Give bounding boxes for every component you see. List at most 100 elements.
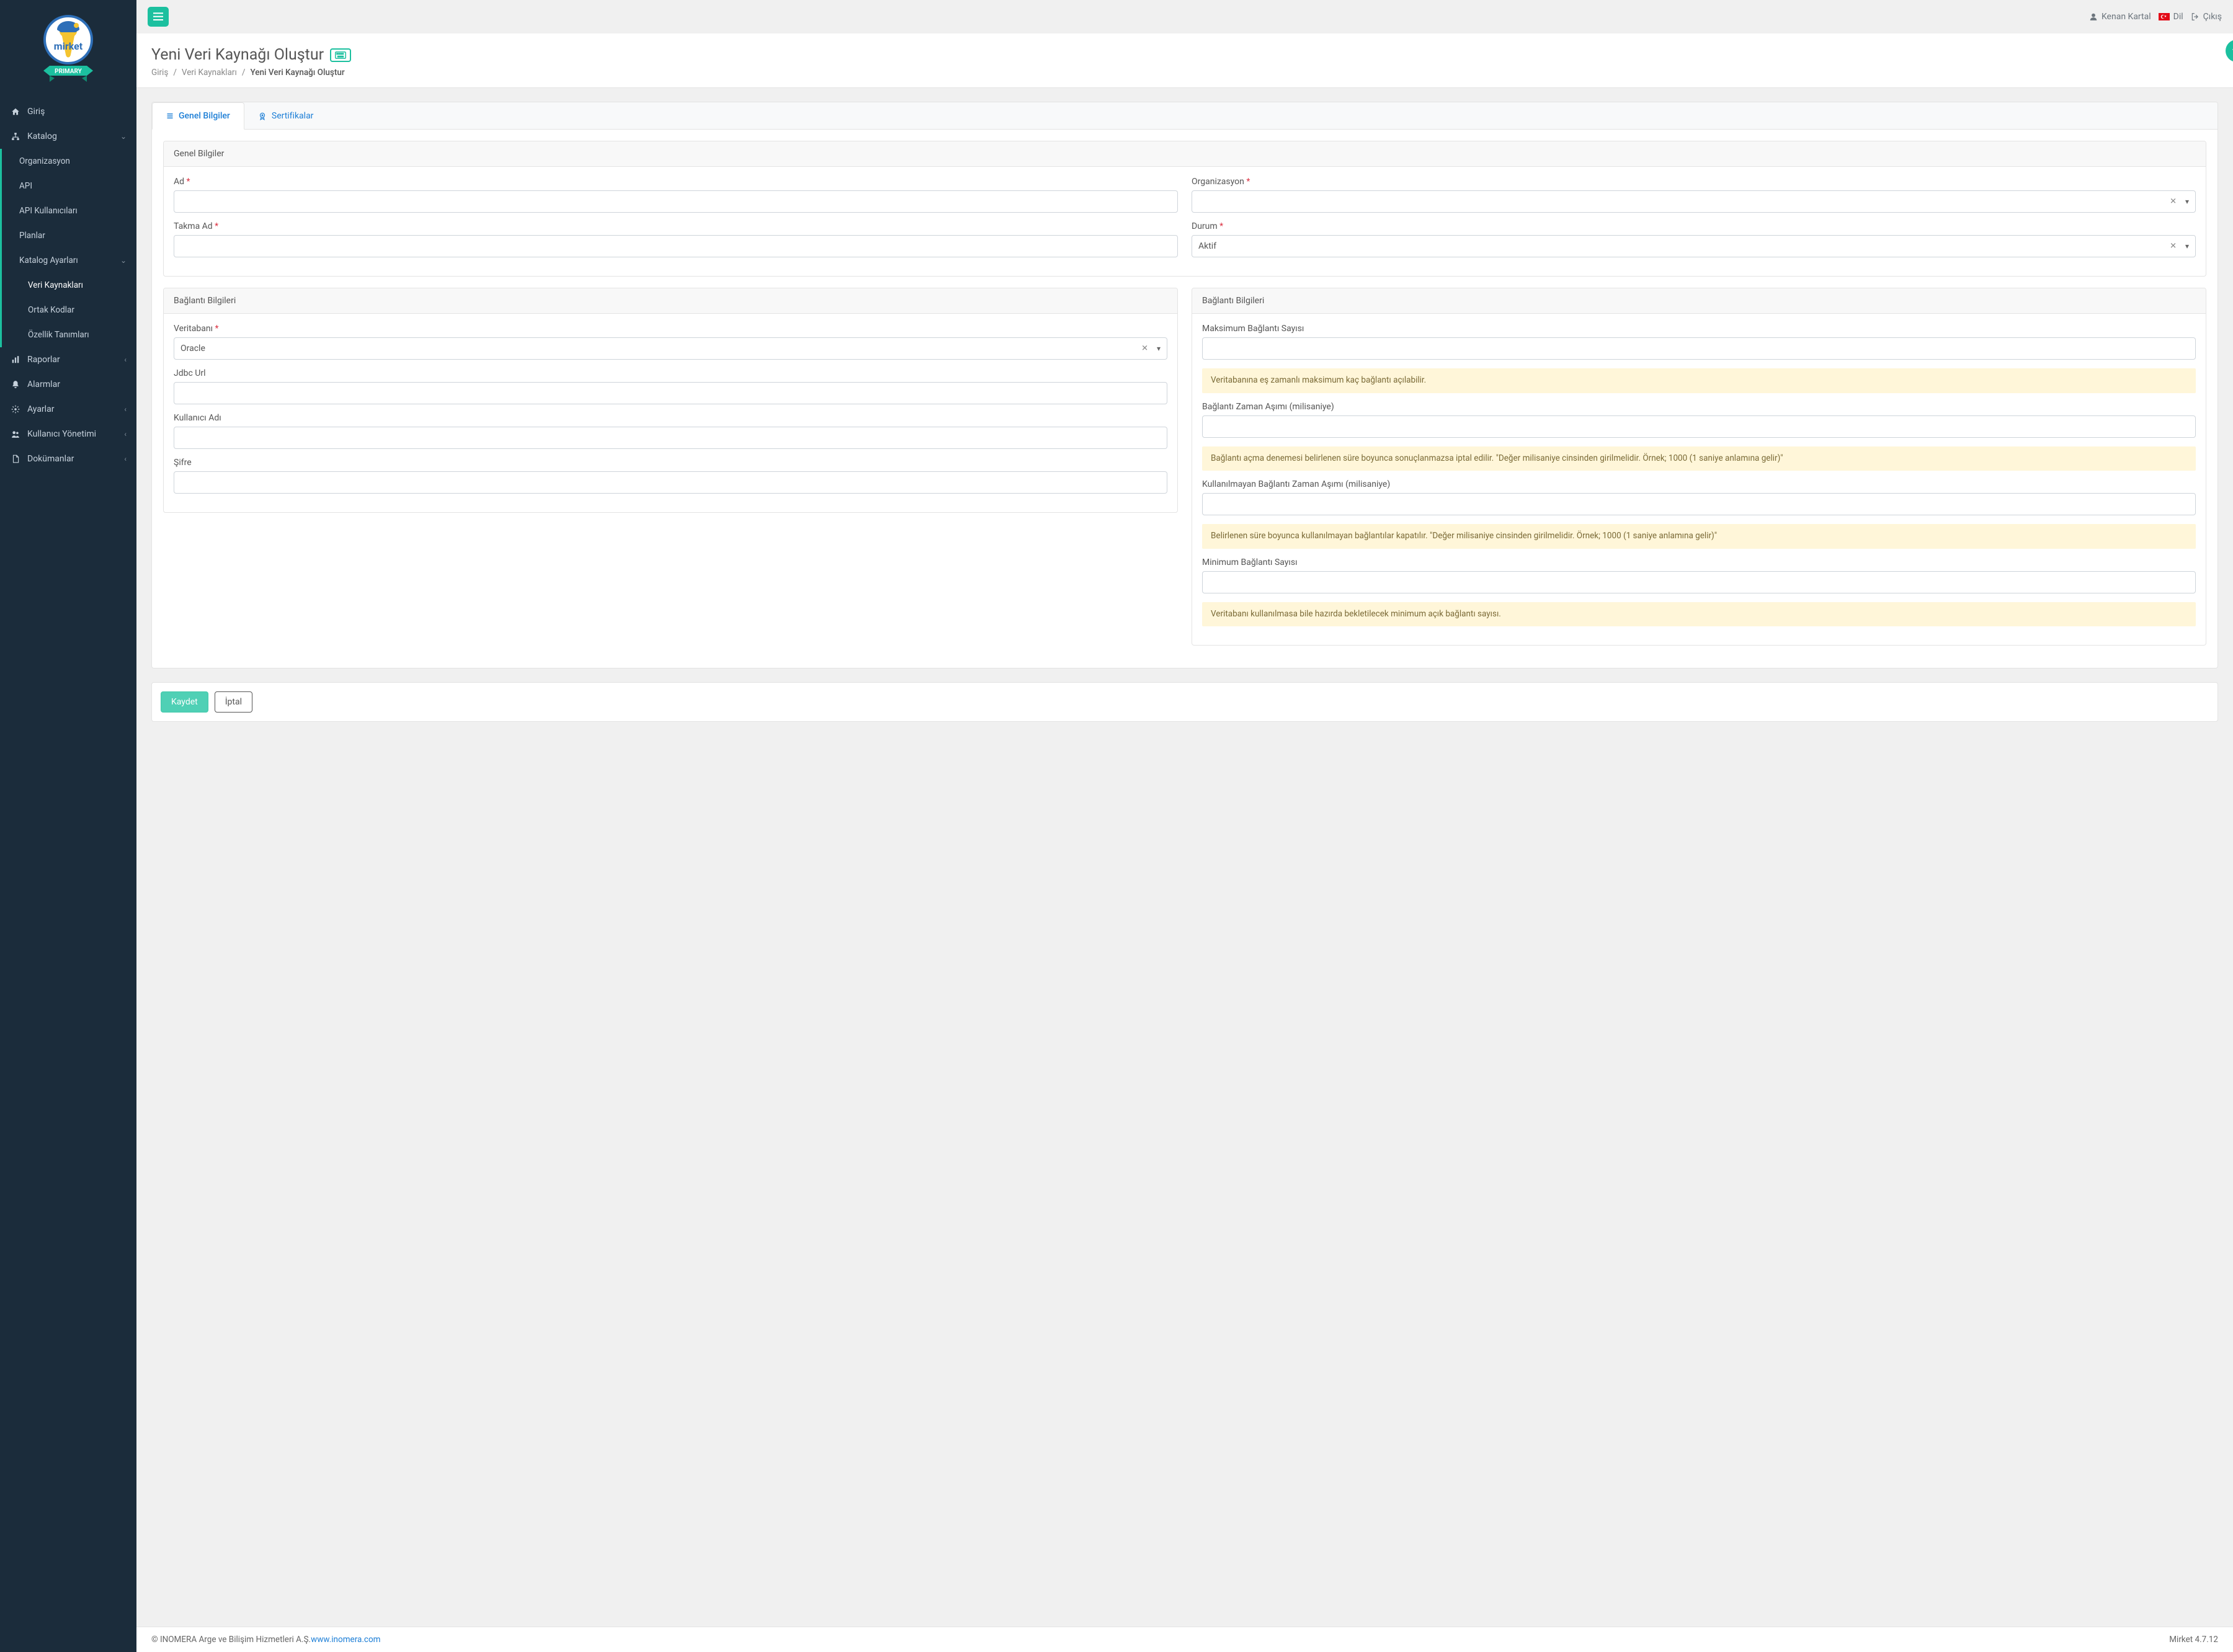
svg-text:mirket: mirket <box>54 40 83 52</box>
sidebar-item-label: API Kullanıcıları <box>19 206 78 216</box>
sidebar-item-organizasyon[interactable]: Organizasyon <box>2 149 136 174</box>
label-ad: Ad * <box>174 177 1178 187</box>
actions-bar: Kaydet İptal <box>151 682 2218 722</box>
clear-icon[interactable]: ✕ <box>2170 197 2177 206</box>
cogs-icon <box>10 405 21 414</box>
topbar: Kenan Kartal Dil Çıkış <box>136 0 2233 33</box>
panel-baglanti-1: Bağlantı Bilgileri Veritabanı * Oracle ✕… <box>163 288 1178 513</box>
sidebar-submenu-katalog: Organizasyon API API Kullanıcıları Planl… <box>0 149 136 347</box>
logout-icon <box>2191 12 2200 21</box>
label-max-conn: Maksimum Bağlantı Sayısı <box>1202 324 2196 334</box>
sidebar-item-label: Ortak Kodlar <box>28 305 74 315</box>
certificate-icon <box>258 112 267 120</box>
footer-copyright: © INOMERA Arge ve Bilişim Hizmetleri A.Ş… <box>151 1635 311 1645</box>
list-icon <box>166 112 174 120</box>
save-button[interactable]: Kaydet <box>161 691 208 713</box>
chevron-left-icon: ‹ <box>124 355 127 364</box>
sidebar-item-dokumanlar[interactable]: Dokümanlar ‹ <box>0 446 136 471</box>
help-idle-timeout: Belirlenen süre boyunca kullanılmayan ba… <box>1202 524 2196 549</box>
user-icon <box>2089 12 2098 21</box>
sidebar-item-ozellik-tanimlari[interactable]: Özellik Tanımları <box>2 322 136 347</box>
input-idle-timeout[interactable] <box>1202 493 2196 515</box>
sidebar-item-api-kullanicilari[interactable]: API Kullanıcıları <box>2 198 136 223</box>
label-kullanici-adi: Kullanıcı Adı <box>174 413 1167 423</box>
sidebar-item-raporlar[interactable]: Raporlar ‹ <box>0 347 136 372</box>
footer-version: Mirket 4.7.12 <box>2169 1635 2218 1645</box>
breadcrumb-separator: / <box>173 68 177 78</box>
sidebar-item-planlar[interactable]: Planlar <box>2 223 136 248</box>
flag-tr-icon <box>2159 13 2170 20</box>
tab-sertifikalar[interactable]: Sertifikalar <box>244 102 328 129</box>
clear-icon[interactable]: ✕ <box>1141 344 1148 353</box>
logout-label: Çıkış <box>2203 12 2222 22</box>
sidebar-nav: Giriş Katalog ⌄ Organizasyon API API Kul… <box>0 99 136 471</box>
chart-icon <box>10 355 21 364</box>
input-conn-timeout[interactable] <box>1202 415 2196 438</box>
sidebar: mirket PRIMARY Giriş Katalog ⌄ Organizas… <box>0 0 136 1652</box>
select-value: Aktif <box>1198 241 1216 251</box>
tab-label: Sertifikalar <box>272 111 314 121</box>
sidebar-item-katalog-ayarlari[interactable]: Katalog Ayarları ⌄ <box>2 248 136 273</box>
cancel-button[interactable]: İptal <box>215 691 252 713</box>
sidebar-item-ayarlar[interactable]: Ayarlar ‹ <box>0 397 136 422</box>
sidebar-item-label: API <box>19 181 32 191</box>
breadcrumb-separator: / <box>242 68 246 78</box>
sidebar-item-kullanici-yonetimi[interactable]: Kullanıcı Yönetimi ‹ <box>0 422 136 446</box>
select-organizasyon[interactable]: ✕ ▾ <box>1192 190 2196 213</box>
settings-fab[interactable] <box>2226 40 2233 62</box>
sidebar-item-label: Katalog Ayarları <box>19 255 78 265</box>
select-durum[interactable]: Aktif ✕ ▾ <box>1192 235 2196 257</box>
panel-baglanti-2: Bağlantı Bilgileri Maksimum Bağlantı Say… <box>1192 288 2206 646</box>
sidebar-toggle-button[interactable] <box>148 7 169 27</box>
input-min-conn[interactable] <box>1202 571 2196 593</box>
keyboard-icon[interactable] <box>330 48 351 62</box>
menu-icon <box>153 12 163 21</box>
panel-header: Genel Bilgiler <box>164 141 2206 167</box>
sitemap-icon <box>10 132 21 141</box>
chevron-down-icon: ▾ <box>2185 197 2189 206</box>
sidebar-item-katalog[interactable]: Katalog ⌄ <box>0 124 136 149</box>
sidebar-item-api[interactable]: API <box>2 174 136 198</box>
input-jdbc-url[interactable] <box>174 382 1167 404</box>
input-ad[interactable] <box>174 190 1178 213</box>
logout-link[interactable]: Çıkış <box>2191 12 2222 22</box>
sidebar-item-label: Katalog <box>27 131 57 141</box>
select-veritabani[interactable]: Oracle ✕ ▾ <box>174 337 1167 360</box>
tab-genel-bilgiler[interactable]: Genel Bilgiler <box>152 102 244 130</box>
tabs: Genel Bilgiler Sertifikalar <box>152 102 2217 130</box>
sidebar-item-label: Raporlar <box>27 355 60 365</box>
panel-header: Bağlantı Bilgileri <box>164 288 1177 314</box>
sidebar-item-label: Kullanıcı Yönetimi <box>27 429 96 439</box>
language-menu[interactable]: Dil <box>2159 12 2183 22</box>
breadcrumb-item[interactable]: Veri Kaynakları <box>182 68 237 78</box>
language-label: Dil <box>2173 12 2183 22</box>
page-title-text: Yeni Veri Kaynağı Oluştur <box>151 46 324 64</box>
input-takma-ad[interactable] <box>174 235 1178 257</box>
logo-icon: mirket PRIMARY <box>31 11 105 86</box>
label-min-conn: Minimum Bağlantı Sayısı <box>1202 557 2196 567</box>
select-value: Oracle <box>181 344 205 353</box>
sidebar-item-ortak-kodlar[interactable]: Ortak Kodlar <box>2 298 136 322</box>
user-menu[interactable]: Kenan Kartal <box>2089 12 2151 22</box>
footer-link[interactable]: www.inomera.com <box>311 1635 380 1645</box>
label-veritabani: Veritabanı * <box>174 324 1167 334</box>
help-max-conn: Veritabanına eş zamanlı maksimum kaç bağ… <box>1202 368 2196 393</box>
sidebar-item-label: Dokümanlar <box>27 454 74 464</box>
input-max-conn[interactable] <box>1202 337 2196 360</box>
breadcrumb-item[interactable]: Giriş <box>151 68 168 78</box>
input-sifre[interactable] <box>174 471 1167 494</box>
panel-genel-bilgiler: Genel Bilgiler Ad * Takma Ad * <box>163 141 2206 277</box>
clear-icon[interactable]: ✕ <box>2170 242 2177 251</box>
sidebar-item-veri-kaynaklari[interactable]: Veri Kaynakları <box>2 273 136 298</box>
label-durum: Durum * <box>1192 221 2196 231</box>
panel-header: Bağlantı Bilgileri <box>1192 288 2206 314</box>
sidebar-submenu-katalog-ayarlari: Veri Kaynakları Ortak Kodlar Özellik Tan… <box>2 273 136 347</box>
bell-icon <box>10 380 21 389</box>
chevron-down-icon: ⌄ <box>120 256 127 265</box>
sidebar-item-alarmlar[interactable]: Alarmlar <box>0 372 136 397</box>
footer: © INOMERA Arge ve Bilişim Hizmetleri A.Ş… <box>136 1627 2233 1652</box>
file-icon <box>10 455 21 463</box>
sidebar-item-label: Özellik Tanımları <box>28 330 89 340</box>
input-kullanici-adi[interactable] <box>174 427 1167 449</box>
sidebar-item-giris[interactable]: Giriş <box>0 99 136 124</box>
